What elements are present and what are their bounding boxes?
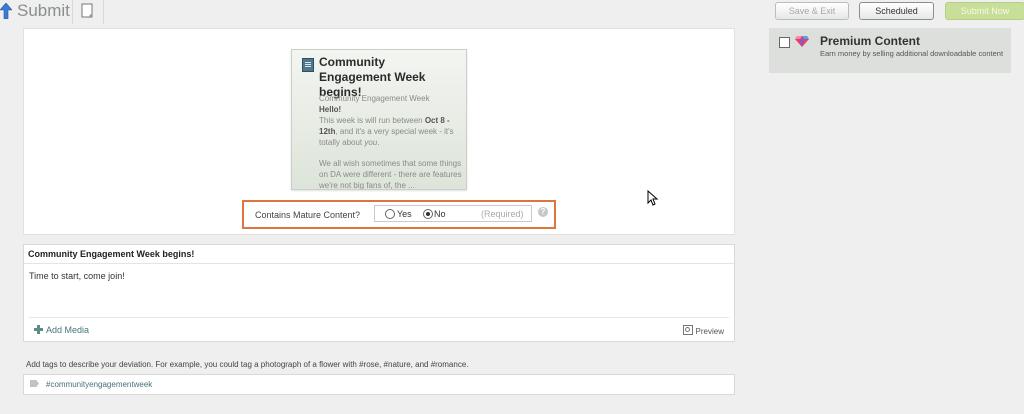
top-bar: Submit Save & Exit Scheduled Submit Now	[0, 0, 1024, 24]
submit-now-button[interactable]: Submit Now	[945, 2, 1024, 20]
tag-icon	[30, 380, 39, 387]
add-media-label: Add Media	[46, 325, 90, 335]
premium-checkbox[interactable]	[779, 37, 790, 48]
thumbnail-line: Community Engagement Week	[319, 94, 430, 103]
document-icon	[81, 3, 93, 18]
required-label: (Required)	[481, 209, 524, 219]
mature-content-box: Contains Mature Content? Yes No (Require…	[242, 200, 556, 229]
title-input[interactable]: Community Engagement Week begins!	[24, 245, 734, 264]
mature-yes-radio[interactable]	[385, 209, 395, 219]
mature-yes-label[interactable]: Yes	[397, 209, 412, 219]
tags-hint: Add tags to describe your deviation. For…	[26, 360, 469, 369]
up-arrow-icon[interactable]	[0, 3, 12, 19]
thumbnail-greeting: Hello!	[319, 105, 342, 114]
tags-input[interactable]: #communityengagementweek	[23, 374, 735, 395]
premium-description: Earn money by selling additional downloa…	[820, 49, 1004, 58]
divider	[29, 317, 729, 318]
save-exit-button[interactable]: Save & Exit	[775, 2, 849, 20]
mouse-cursor-icon	[647, 190, 659, 206]
magnifier-icon	[682, 325, 693, 335]
premium-title: Premium Content	[820, 34, 921, 48]
document-tab[interactable]	[73, 0, 104, 24]
scheduled-button[interactable]: Scheduled	[859, 2, 934, 20]
help-icon[interactable]: ?	[538, 207, 548, 217]
journal-icon	[302, 58, 314, 72]
premium-content-panel: Premium Content Earn money by selling ad…	[769, 28, 1011, 73]
gem-icon	[795, 36, 809, 47]
mature-content-label: Contains Mature Content?	[255, 210, 361, 220]
plus-icon	[34, 325, 43, 334]
description-editor: Community Engagement Week begins! Time t…	[23, 244, 735, 342]
deviation-thumbnail[interactable]: Community Engagement Week begins! Commun…	[291, 49, 467, 190]
thumbnail-paragraph: This week is will run between Oct 8 - 12…	[319, 116, 454, 147]
preview-label: Preview	[695, 327, 724, 336]
add-media-button[interactable]: Add Media	[34, 325, 89, 335]
mature-no-label[interactable]: No	[434, 209, 446, 219]
page-title: Submit	[17, 1, 70, 20]
preview-panel: Community Engagement Week begins! Commun…	[23, 28, 735, 235]
description-textarea[interactable]: Time to start, come join!	[29, 271, 125, 281]
mature-no-radio[interactable]	[423, 209, 433, 219]
mature-choice-group: Yes No (Required)	[374, 205, 532, 222]
preview-button[interactable]: Preview	[682, 325, 724, 336]
thumbnail-body: Community Engagement Week Hello! This we…	[319, 93, 464, 190]
tag-value: #communityengagementweek	[46, 380, 153, 389]
thumbnail-paragraph: We all wish sometimes that some things o…	[319, 159, 462, 190]
